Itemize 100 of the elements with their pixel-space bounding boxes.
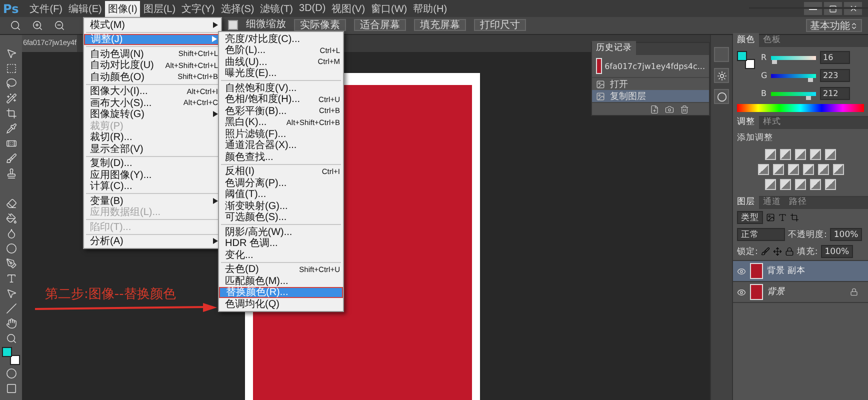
checkbox[interactable] xyxy=(228,20,238,30)
opacity-field[interactable]: 100% xyxy=(830,228,862,241)
slider-thumb[interactable] xyxy=(808,78,814,82)
crop-tool-icon[interactable] xyxy=(6,108,16,119)
adjustment-icon[interactable] xyxy=(795,179,806,190)
menu-item[interactable]: 应用图像(Y)... xyxy=(84,169,221,180)
history-item[interactable]: 打开 xyxy=(592,78,709,90)
zoom-out-icon[interactable] xyxy=(54,20,64,31)
menu-item[interactable]: 色调分离(P)... xyxy=(219,177,343,188)
menu-item[interactable]: 图像旋转(G) xyxy=(84,108,221,120)
lock-icon[interactable] xyxy=(784,247,794,256)
adjustment-icon[interactable] xyxy=(780,149,791,160)
filter-dropdown[interactable]: 类型 xyxy=(737,211,763,224)
menu-item[interactable]: 变量(B) xyxy=(84,195,221,206)
menu-item[interactable]: 亮度/对比度(C)... xyxy=(219,33,343,44)
hand-tool-icon[interactable] xyxy=(6,318,16,329)
adjustment-icon[interactable] xyxy=(765,179,776,190)
line-tool-icon[interactable] xyxy=(6,303,16,314)
eye-icon[interactable] xyxy=(737,266,746,276)
menu-title[interactable]: 图层(L) xyxy=(140,0,179,16)
menu-item[interactable]: 颜色查找... xyxy=(219,151,343,162)
menu-title[interactable]: 视图(V) xyxy=(328,0,368,16)
zoom-button[interactable]: 打印尺寸 xyxy=(474,19,526,31)
zoom-button[interactable]: 实际像素 xyxy=(294,19,346,31)
panel-tab[interactable]: 颜色 xyxy=(733,33,759,47)
menu-title[interactable]: 选择(S) xyxy=(218,0,258,16)
eyedropper-tool-icon[interactable] xyxy=(6,123,16,134)
menu-item[interactable]: 阈值(T)... xyxy=(219,188,343,200)
pen-tool-icon[interactable] xyxy=(6,258,16,269)
adjustment-icon[interactable] xyxy=(810,179,821,190)
screen-mode-icon[interactable] xyxy=(6,383,16,394)
properties-button[interactable] xyxy=(714,68,729,83)
menu-item[interactable]: 分析(A) xyxy=(84,236,221,247)
fill-field[interactable]: 100% xyxy=(820,245,854,258)
info-button[interactable] xyxy=(714,89,729,104)
adjustment-icon[interactable] xyxy=(810,149,821,160)
zoom-icon[interactable] xyxy=(10,20,20,31)
new-document-icon[interactable] xyxy=(650,104,659,114)
brush-tool-icon[interactable] xyxy=(6,153,16,164)
adjustment-icon[interactable] xyxy=(802,164,814,175)
menu-item[interactable]: 照片滤镜(F)... xyxy=(219,128,343,140)
panel-tab[interactable]: 路径 xyxy=(785,195,811,209)
adjustment-icon[interactable] xyxy=(788,164,798,175)
panel-tab[interactable]: 色板 xyxy=(759,33,785,47)
move-tool-icon[interactable] xyxy=(6,48,16,59)
menu-item[interactable]: 匹配颜色(M)... xyxy=(219,275,343,286)
wand-tool-icon[interactable] xyxy=(6,93,16,104)
menu-title[interactable]: 文件(F) xyxy=(26,0,66,16)
quick-mask-icon[interactable] xyxy=(6,368,16,379)
adjustment-icon[interactable] xyxy=(825,149,836,160)
panel-tab[interactable]: 样式 xyxy=(759,115,785,129)
menu-title[interactable]: 图像(I) xyxy=(104,0,140,16)
panel-tab[interactable]: 历史记录 xyxy=(592,41,636,55)
shape-filter-icon[interactable] xyxy=(790,213,799,222)
menu-item[interactable]: 裁切(R)... xyxy=(84,132,221,143)
zoom-tool-icon[interactable] xyxy=(6,333,16,344)
type-tool-icon[interactable] xyxy=(6,273,16,284)
adjustment-icon[interactable] xyxy=(765,149,776,160)
menu-item[interactable]: 计算(C)... xyxy=(84,180,221,192)
adjustment-icon[interactable] xyxy=(825,179,836,190)
path-select-icon[interactable] xyxy=(6,288,16,299)
menu-title[interactable]: 帮助(H) xyxy=(410,0,450,16)
menu-item[interactable]: 变化... xyxy=(219,249,343,260)
adjustment-icon[interactable] xyxy=(780,179,791,190)
workspace-dropdown[interactable]: 基本功能 xyxy=(806,19,862,32)
trash-icon[interactable] xyxy=(680,104,689,114)
menu-title[interactable]: 3D(D) xyxy=(296,2,329,15)
menu-item[interactable]: 色调均化(Q) xyxy=(219,298,343,310)
zoom-in-icon[interactable] xyxy=(32,20,42,31)
menu-item[interactable]: HDR 色调... xyxy=(219,238,343,249)
adjustment-icon[interactable] xyxy=(758,164,768,175)
marquee-tool-icon[interactable] xyxy=(6,63,16,74)
menu-title[interactable]: 文字(Y) xyxy=(178,0,218,16)
panel-tab[interactable]: 调整 xyxy=(733,115,759,129)
menu-item[interactable]: 通道混合器(X)... xyxy=(219,140,343,151)
eraser-tool-icon[interactable] xyxy=(6,198,16,209)
menu-item[interactable]: 渐变映射(G)... xyxy=(219,200,343,212)
menu-item[interactable]: 自然饱和度(V)... xyxy=(219,82,343,94)
panel-tab[interactable]: 图层 xyxy=(733,195,759,209)
menu-item[interactable]: 阴影/高光(W)... xyxy=(219,226,343,238)
foreground-color-swatch[interactable] xyxy=(737,51,747,61)
adjustment-icon[interactable] xyxy=(818,164,828,175)
color-spectrum[interactable] xyxy=(737,104,864,112)
foreground-color-swatch[interactable] xyxy=(2,347,12,357)
droplet-tool-icon[interactable] xyxy=(6,228,16,239)
menu-item[interactable]: 复制(D)... xyxy=(84,158,221,169)
paint-bucket-icon[interactable] xyxy=(6,213,16,224)
menu-item[interactable]: 显示全部(V) xyxy=(84,143,221,154)
background-color-swatch[interactable] xyxy=(10,355,20,365)
snapshot-label[interactable]: 6fa017c7jw1ey4fdps4c... xyxy=(604,62,705,70)
zoom-button[interactable]: 适合屏幕 xyxy=(354,19,406,31)
channel-value-field[interactable]: 16 xyxy=(820,51,850,64)
dodge-tool-icon[interactable] xyxy=(6,243,16,254)
brush-icon[interactable] xyxy=(760,247,770,256)
image-filter-icon[interactable] xyxy=(766,213,775,222)
blend-mode-dropdown[interactable]: 正常 xyxy=(737,228,785,241)
slider-thumb[interactable] xyxy=(806,96,812,100)
panel-tab[interactable]: 通道 xyxy=(759,195,785,209)
lasso-tool-icon[interactable] xyxy=(6,78,16,89)
bandage-tool-icon[interactable] xyxy=(6,138,16,149)
